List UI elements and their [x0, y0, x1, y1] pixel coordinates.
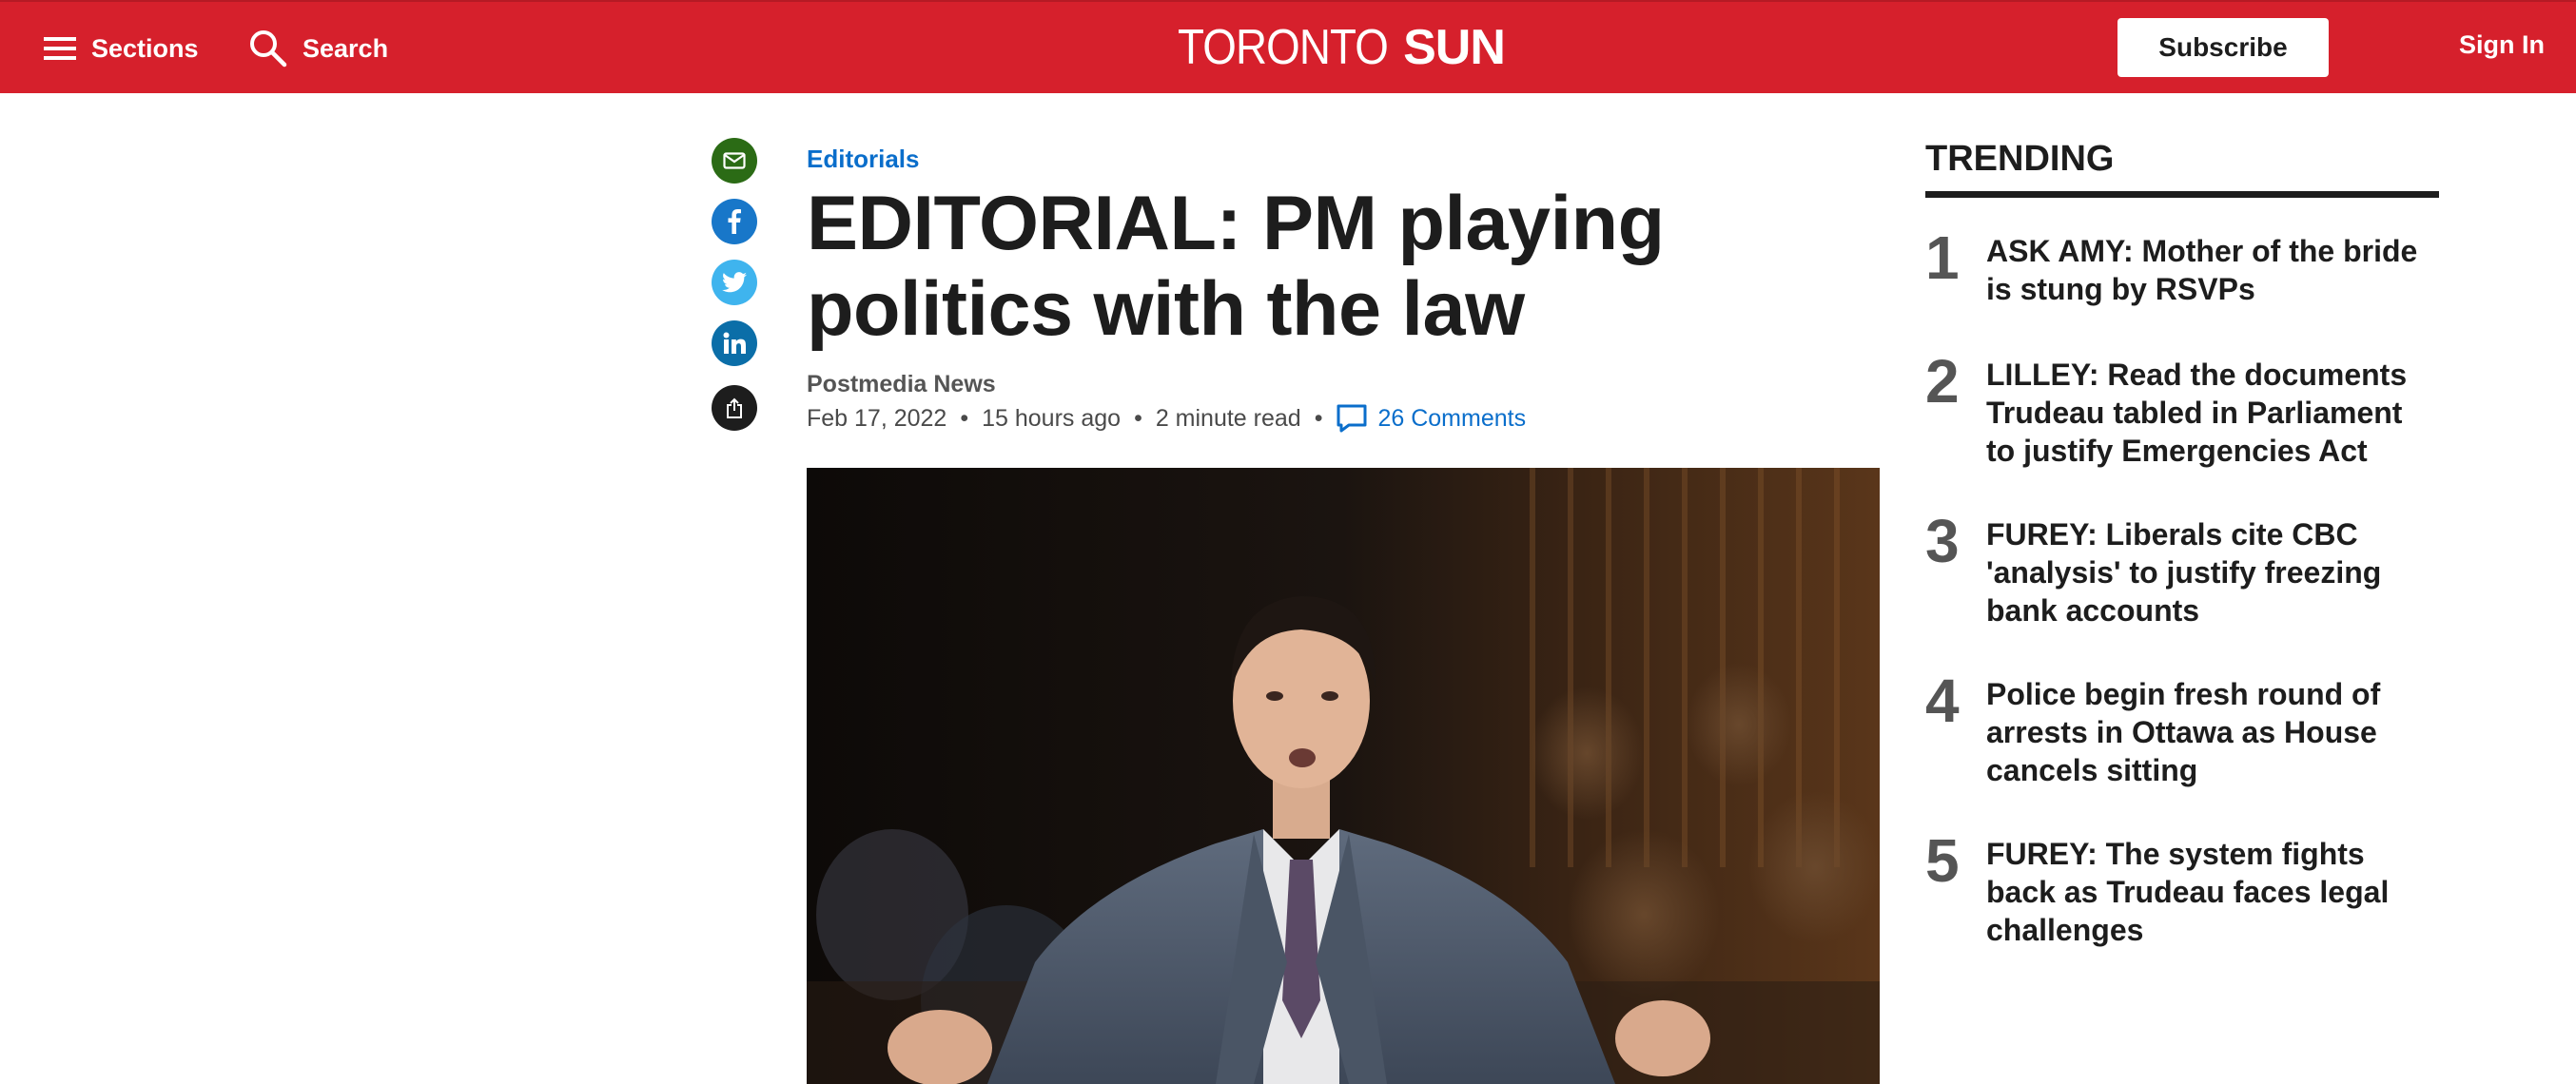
- search-button[interactable]: Search: [249, 25, 388, 72]
- trending-heading: TRENDING: [1925, 139, 2115, 179]
- sections-label: Sections: [91, 33, 199, 63]
- comments-link[interactable]: 26 Comments: [1336, 403, 1526, 434]
- sign-in-link[interactable]: Sign In: [2459, 30, 2545, 60]
- trending-number: 5: [1925, 826, 1960, 895]
- meta-separator: •: [1134, 404, 1142, 432]
- meta-separator: •: [960, 404, 969, 432]
- search-icon: [250, 30, 287, 68]
- read-time: 2 minute read: [1155, 404, 1301, 432]
- trending-number: 3: [1925, 507, 1960, 575]
- trending-number: 2: [1925, 347, 1960, 416]
- trending-headline[interactable]: LILLEY: Read the documents Trudeau table…: [1986, 356, 2439, 470]
- article-headline: EDITORIAL: PM playing politics with the …: [807, 181, 1665, 352]
- more-share-button[interactable]: [712, 385, 757, 431]
- email-icon: [723, 152, 746, 169]
- toronto-sun-logo[interactable]: TORONTO SUN: [1178, 19, 1506, 76]
- trending-headline[interactable]: FUREY: The system fights back as Trudeau…: [1986, 835, 2439, 949]
- logo-word-toronto: TORONTO: [1178, 20, 1389, 75]
- comments-count: 26 Comments: [1377, 404, 1527, 432]
- trending-headline[interactable]: Police begin fresh round of arrests in O…: [1986, 675, 2439, 789]
- meta-separator: •: [1314, 404, 1323, 432]
- linkedin-icon: [723, 332, 746, 354]
- twitter-icon: [722, 272, 747, 293]
- comment-icon: [1337, 404, 1367, 433]
- author-name[interactable]: Postmedia News: [807, 371, 996, 398]
- logo-word-sun: SUN: [1403, 20, 1506, 75]
- linkedin-share-button[interactable]: [712, 320, 757, 366]
- article-meta: Feb 17, 2022 • 15 hours ago • 2 minute r…: [807, 399, 1526, 437]
- category-link[interactable]: Editorials: [807, 145, 919, 174]
- facebook-share-button[interactable]: [712, 199, 757, 244]
- sections-button[interactable]: Sections: [44, 25, 199, 72]
- share-icon: [727, 397, 742, 418]
- site-header: Sections Search TORONTO SUN Subscribe Si…: [0, 0, 2576, 93]
- twitter-share-button[interactable]: [712, 260, 757, 305]
- trending-headline[interactable]: ASK AMY: Mother of the bride is stung by…: [1986, 232, 2439, 308]
- time-ago: 15 hours ago: [982, 404, 1122, 432]
- search-label: Search: [302, 33, 389, 63]
- trending-number: 1: [1925, 223, 1960, 292]
- subscribe-button[interactable]: Subscribe: [2117, 18, 2329, 77]
- trending-divider: [1925, 191, 2439, 198]
- trending-headline[interactable]: FUREY: Liberals cite CBC 'analysis' to j…: [1986, 515, 2439, 629]
- trending-number: 4: [1925, 667, 1960, 735]
- hamburger-menu-icon: [44, 37, 76, 60]
- hero-image[interactable]: [807, 468, 1880, 1084]
- hero-photo: [807, 468, 1880, 1084]
- facebook-icon: [728, 209, 741, 234]
- publish-date: Feb 17, 2022: [807, 404, 947, 432]
- email-share-button[interactable]: [712, 138, 757, 184]
